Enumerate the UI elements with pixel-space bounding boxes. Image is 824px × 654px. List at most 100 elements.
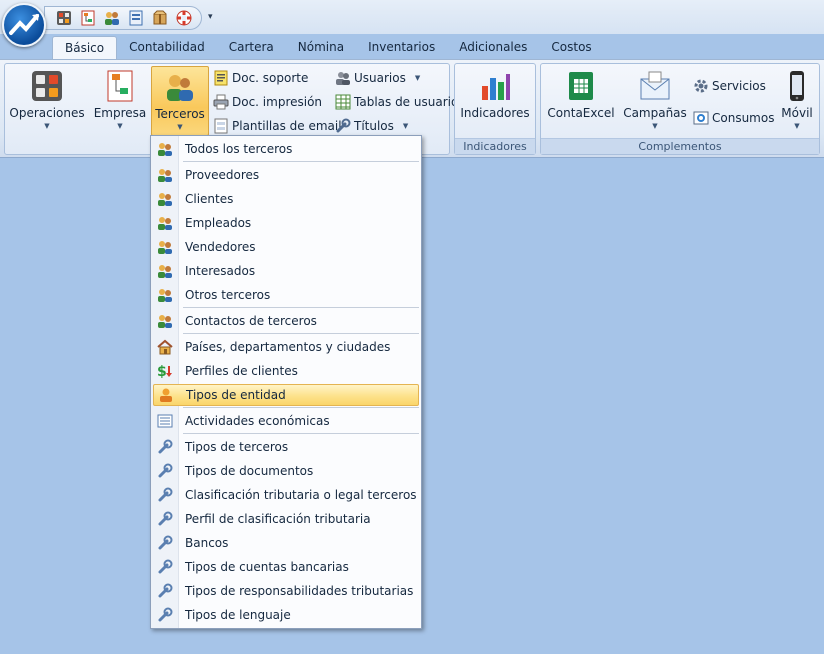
qat-customize-dropdown[interactable]: ▾ bbox=[208, 10, 218, 24]
people-icon bbox=[153, 188, 177, 210]
titulos-button[interactable]: Títulos ▼ bbox=[335, 116, 408, 136]
tab-cartera[interactable]: Cartera bbox=[217, 36, 286, 60]
tab-adicionales[interactable]: Adicionales bbox=[447, 36, 539, 60]
printer-icon bbox=[213, 94, 229, 110]
menu-item-tipos-de-lenguaje[interactable]: Tipos de lenguaje bbox=[153, 604, 419, 626]
menu-item-proveedores[interactable]: Proveedores bbox=[153, 164, 419, 186]
menu-item-otros-terceros[interactable]: Otros terceros bbox=[153, 284, 419, 306]
menu-separator bbox=[183, 307, 419, 308]
usuarios-button[interactable]: Usuarios ▼ bbox=[335, 68, 420, 88]
movil-label: Móvil bbox=[781, 106, 813, 120]
menu-item-todos-los-terceros[interactable]: Todos los terceros bbox=[153, 138, 419, 160]
menu-item-tipos-de-responsabilidades[interactable]: Tipos de responsabilidades tributarias bbox=[153, 580, 419, 602]
indicadores-button[interactable]: Indicadores bbox=[460, 66, 530, 136]
chevron-down-icon: ▼ bbox=[414, 74, 421, 82]
chevron-down-icon: ▼ bbox=[402, 122, 409, 130]
users-icon bbox=[336, 72, 350, 85]
quick-access-toolbar bbox=[44, 6, 202, 30]
wrench-icon bbox=[153, 508, 177, 530]
calculator-icon[interactable] bbox=[55, 9, 73, 27]
menu-item-contactos-de-terceros[interactable]: Contactos de terceros bbox=[153, 310, 419, 332]
menu-item-bancos[interactable]: Bancos bbox=[153, 532, 419, 554]
meter-icon bbox=[693, 111, 709, 125]
package-icon[interactable] bbox=[151, 9, 169, 27]
empresa-label: Empresa bbox=[93, 106, 147, 120]
chevron-down-icon: ▼ bbox=[117, 122, 123, 130]
movil-button[interactable]: Móvil ▼ bbox=[777, 66, 817, 136]
usuarios-label: Usuarios bbox=[354, 71, 406, 85]
tab-costos[interactable]: Costos bbox=[539, 36, 603, 60]
tablas-usuario-label: Tablas de usuario bbox=[354, 95, 459, 109]
group-indicadores: Indicadores Indicadores bbox=[454, 63, 536, 155]
plantillas-email-button[interactable]: Plantillas de email bbox=[213, 116, 342, 136]
consumos-button[interactable]: Consumos bbox=[693, 108, 774, 128]
org-chart-icon[interactable] bbox=[79, 9, 97, 27]
wrench-icon bbox=[153, 532, 177, 554]
doc-soporte-button[interactable]: Doc. soporte bbox=[213, 68, 308, 88]
tab-nomina[interactable]: Nómina bbox=[286, 36, 356, 60]
operaciones-label: Operaciones bbox=[9, 106, 85, 120]
consumos-label: Consumos bbox=[712, 111, 775, 125]
contaexcel-label: ContaExcel bbox=[547, 106, 615, 120]
menu-separator bbox=[183, 333, 419, 334]
contaexcel-button[interactable]: ContaExcel bbox=[547, 66, 615, 136]
chevron-down-icon: ▼ bbox=[44, 122, 50, 130]
envelope-icon bbox=[640, 71, 670, 100]
group-label-complementos: Complementos bbox=[541, 138, 819, 154]
table-icon bbox=[335, 94, 351, 110]
menu-item-empleados[interactable]: Empleados bbox=[153, 212, 419, 234]
doc-impresion-button[interactable]: Doc. impresión bbox=[213, 92, 322, 112]
empresa-button[interactable]: Empresa ▼ bbox=[93, 66, 147, 136]
list-icon bbox=[153, 410, 177, 432]
dollar-icon: $ bbox=[153, 360, 177, 382]
campanas-button[interactable]: Campañas ▼ bbox=[621, 66, 689, 136]
ribbon-tabs: Básico Contabilidad Cartera Nómina Inven… bbox=[52, 36, 604, 60]
people-icon bbox=[153, 284, 177, 306]
menu-item-clasificacion-tributaria[interactable]: Clasificación tributaria o legal tercero… bbox=[153, 484, 419, 506]
people-icon bbox=[153, 138, 177, 160]
svg-text:$: $ bbox=[157, 364, 167, 379]
people-icon[interactable] bbox=[103, 9, 121, 27]
menu-item-perfil-clasificacion[interactable]: Perfil de clasificación tributaria bbox=[153, 508, 419, 530]
doc-soporte-label: Doc. soporte bbox=[232, 71, 309, 85]
terceros-label: Terceros bbox=[155, 107, 205, 121]
operaciones-button[interactable]: Operaciones ▼ bbox=[9, 66, 85, 136]
menu-item-tipos-de-terceros[interactable]: Tipos de terceros bbox=[153, 436, 419, 458]
wrench-icon bbox=[153, 436, 177, 458]
tab-contabilidad[interactable]: Contabilidad bbox=[117, 36, 217, 60]
excel-icon bbox=[569, 72, 593, 100]
mobile-phone-icon bbox=[790, 71, 804, 101]
title-bar: ▾ bbox=[0, 0, 824, 34]
bar-chart-icon bbox=[482, 74, 510, 100]
menu-item-tipos-de-documentos[interactable]: Tipos de documentos bbox=[153, 460, 419, 482]
campanas-label: Campañas bbox=[623, 106, 687, 120]
menu-item-perfiles-de-clientes[interactable]: $ Perfiles de clientes bbox=[153, 360, 419, 382]
application-menu-button[interactable] bbox=[2, 3, 46, 47]
chevron-down-icon: ▼ bbox=[652, 122, 658, 130]
wrench-icon bbox=[153, 484, 177, 506]
document-icon[interactable] bbox=[127, 9, 145, 27]
menu-item-paises[interactable]: Países, departamentos y ciudades bbox=[153, 336, 419, 358]
people-icon bbox=[153, 236, 177, 258]
terceros-button[interactable]: Terceros ▼ bbox=[151, 66, 209, 136]
menu-item-interesados[interactable]: Interesados bbox=[153, 260, 419, 282]
menu-item-tipos-de-entidad[interactable]: Tipos de entidad bbox=[153, 384, 419, 406]
plantillas-email-label: Plantillas de email bbox=[232, 119, 342, 133]
menu-item-clientes[interactable]: Clientes bbox=[153, 188, 419, 210]
tab-inventarios[interactable]: Inventarios bbox=[356, 36, 447, 60]
servicios-button[interactable]: Servicios bbox=[693, 76, 766, 96]
tablas-usuario-button[interactable]: Tablas de usuario bbox=[335, 92, 458, 112]
servicios-label: Servicios bbox=[712, 79, 766, 93]
lifebuoy-icon[interactable] bbox=[175, 9, 193, 27]
template-icon bbox=[214, 118, 228, 134]
tab-basico[interactable]: Básico bbox=[52, 36, 118, 60]
titulos-label: Títulos bbox=[354, 119, 394, 133]
wrench-icon bbox=[336, 118, 351, 133]
menu-item-actividades-economicas[interactable]: Actividades económicas bbox=[153, 410, 419, 432]
house-icon bbox=[153, 336, 177, 358]
group-complementos: ContaExcel Campañas ▼ Servicios Consumos… bbox=[540, 63, 820, 155]
wrench-icon bbox=[153, 580, 177, 602]
document-icon bbox=[214, 70, 228, 86]
menu-item-tipos-de-cuentas-bancarias[interactable]: Tipos de cuentas bancarias bbox=[153, 556, 419, 578]
menu-item-vendedores[interactable]: Vendedores bbox=[153, 236, 419, 258]
